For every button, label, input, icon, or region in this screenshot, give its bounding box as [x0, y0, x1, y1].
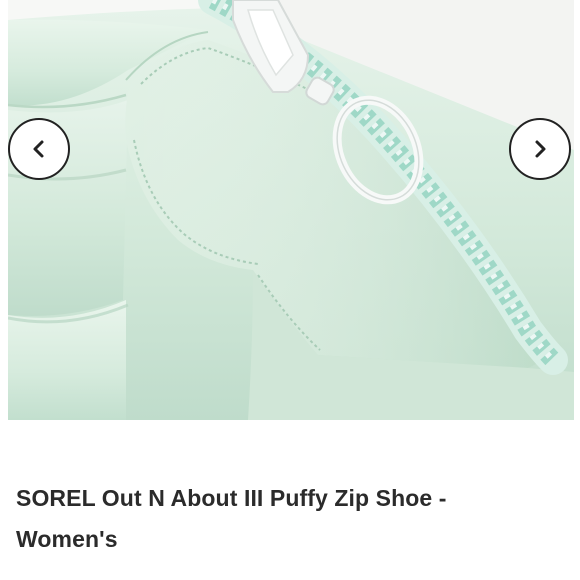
product-image: [8, 0, 574, 420]
chevron-right-icon: [535, 140, 546, 158]
chevron-left-icon: [33, 140, 44, 158]
product-image-gallery[interactable]: [8, 0, 574, 420]
product-page: SOREL Out N About III Puffy Zip Shoe - W…: [0, 0, 580, 580]
product-title: SOREL Out N About III Puffy Zip Shoe - W…: [16, 485, 447, 552]
next-image-button[interactable]: [509, 118, 571, 180]
previous-image-button[interactable]: [8, 118, 70, 180]
